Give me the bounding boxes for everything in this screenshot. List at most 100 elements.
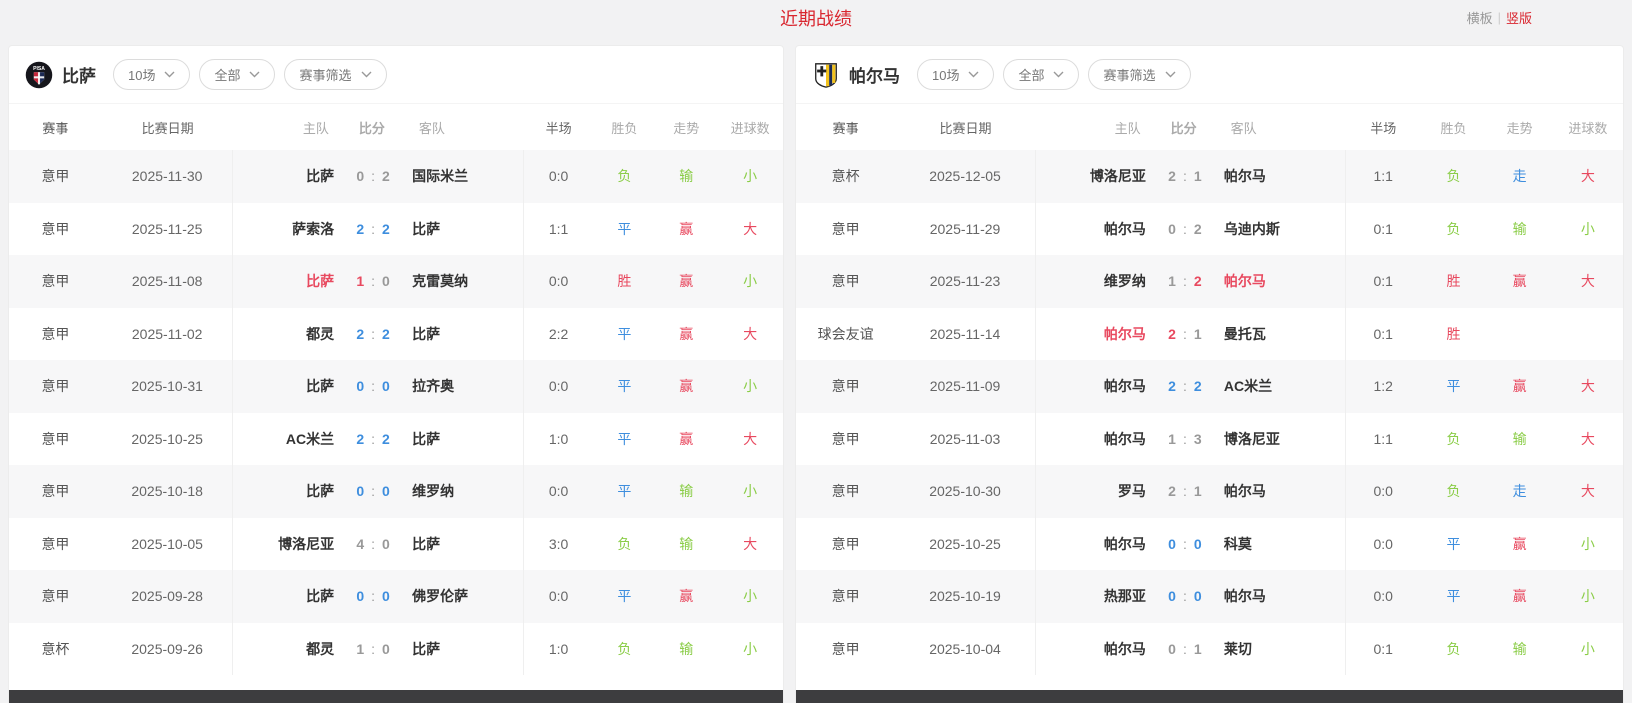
cell-score: 1:2 [1146,255,1224,308]
match-row[interactable]: 意甲 2025-10-04 帕尔马 0:1 莱切 0:1 负 输 小 [796,623,1623,676]
cell-result: 胜 [1420,308,1486,361]
cell-league: 意甲 [9,203,102,256]
match-row[interactable]: 意甲 2025-11-09 帕尔马 2:2 AC米兰 1:2 平 赢 大 [796,360,1623,413]
filter-scope-dropdown[interactable]: 全部 [1003,59,1079,90]
filter-event-dropdown[interactable]: 赛事筛选 [284,59,386,90]
top-bar: 近期战绩 横板 | 竖版 [0,0,1632,45]
view-toggle: 横板 | 竖版 [1467,8,1532,27]
match-row[interactable]: 意甲 2025-11-08 比萨 1:0 克雷莫纳 0:0 胜 赢 小 [9,255,783,308]
cell-home-team: 帕尔马 [1036,623,1146,676]
cell-score: 2:2 [334,203,412,256]
cell-league: 意甲 [9,255,102,308]
cell-halftime: 0:0 [524,570,594,623]
cell-trend: 走 [1487,465,1553,518]
col-header-result: 胜负 [593,104,655,150]
team-name-parma: 帕尔马 [849,62,900,87]
cell-away-team: 国际米兰 [412,150,524,203]
cell-score: 0:2 [1146,203,1224,256]
col-header-score: 比分 [333,104,411,150]
chevron-down-icon [164,71,175,78]
toggle-horizontal[interactable]: 横板 [1467,8,1493,27]
panel-parma: 帕尔马 10场 全部 赛事筛选 赛事 比赛日期 主队 比分 客队 半场 胜负 走… [795,45,1624,703]
toggle-vertical[interactable]: 竖版 [1506,8,1532,27]
match-row[interactable]: 意甲 2025-10-31 比萨 0:0 拉齐奥 0:0 平 赢 小 [9,360,783,413]
match-row[interactable]: 意甲 2025-10-30 罗马 2:1 帕尔马 0:0 负 走 大 [796,465,1623,518]
cell-away-team: 维罗纳 [412,465,524,518]
filter-event-dropdown[interactable]: 赛事筛选 [1088,59,1190,90]
match-row[interactable]: 意杯 2025-09-26 都灵 1:0 比萨 1:0 负 输 小 [9,623,783,676]
cell-score: 0:0 [334,465,412,518]
cell-league: 意甲 [796,360,895,413]
filter-event-label: 赛事筛选 [1103,65,1155,84]
cell-result: 平 [1420,570,1486,623]
chevron-down-icon [249,71,260,78]
cell-league: 意甲 [9,413,102,466]
match-row[interactable]: 意甲 2025-11-30 比萨 0:2 国际米兰 0:0 负 输 小 [9,150,783,203]
cell-result: 平 [593,413,655,466]
match-row[interactable]: 意甲 2025-11-02 都灵 2:2 比萨 2:2 平 赢 大 [9,308,783,361]
match-row[interactable]: 意甲 2025-11-25 萨索洛 2:2 比萨 1:1 平 赢 大 [9,203,783,256]
cell-result: 胜 [593,255,655,308]
filter-count-dropdown[interactable]: 10场 [917,59,994,90]
cell-goals: 小 [717,465,783,518]
filter-count-label: 10场 [128,65,155,84]
col-header-home: 主队 [1036,104,1145,150]
cell-result: 平 [593,360,655,413]
col-header-trend: 走势 [655,104,717,150]
match-row[interactable]: 意甲 2025-11-29 帕尔马 0:2 乌迪内斯 0:1 负 输 小 [796,203,1623,256]
cell-goals: 小 [1553,623,1623,676]
cell-goals: 小 [717,360,783,413]
cell-result: 负 [1420,465,1486,518]
filter-count-label: 10场 [932,65,959,84]
cell-result: 负 [593,150,655,203]
cell-date: 2025-11-29 [895,203,1036,256]
cell-score: 0:1 [1146,623,1224,676]
table-header: 赛事 比赛日期 主队 比分 客队 半场 胜负 走势 进球数 [9,104,783,150]
cell-league: 意甲 [9,360,102,413]
cell-score: 0:0 [1146,570,1224,623]
cell-league: 意甲 [9,518,102,571]
filter-count-dropdown[interactable]: 10场 [113,59,190,90]
cell-away-team: 克雷莫纳 [412,255,524,308]
cell-away-team: 帕尔马 [1224,150,1346,203]
cell-league: 意杯 [9,623,102,676]
cell-result: 胜 [1420,255,1486,308]
cell-league: 意甲 [796,623,895,676]
cell-goals: 小 [717,255,783,308]
col-header-home: 主队 [233,104,332,150]
cell-halftime: 1:1 [524,203,594,256]
match-row[interactable]: 意杯 2025-12-05 博洛尼亚 2:1 帕尔马 1:1 负 走 大 [796,150,1623,203]
filter-event-label: 赛事筛选 [299,65,351,84]
col-header-date: 比赛日期 [895,104,1036,150]
cell-trend: 输 [655,465,717,518]
match-row[interactable]: 意甲 2025-10-25 帕尔马 0:0 科莫 0:0 平 赢 小 [796,518,1623,571]
cell-score: 2:2 [334,413,412,466]
match-row[interactable]: 意甲 2025-10-25 AC米兰 2:2 比萨 1:0 平 赢 大 [9,413,783,466]
cell-away-team: 比萨 [412,203,524,256]
match-row[interactable]: 意甲 2025-10-18 比萨 0:0 维罗纳 0:0 平 输 小 [9,465,783,518]
cell-halftime: 0:0 [524,255,594,308]
match-row[interactable]: 意甲 2025-10-05 博洛尼亚 4:0 比萨 3:0 负 输 大 [9,518,783,571]
cell-goals: 大 [1553,465,1623,518]
cell-away-team: 帕尔马 [1224,255,1346,308]
cell-date: 2025-10-31 [102,360,234,413]
cell-result: 平 [593,570,655,623]
cell-league: 意甲 [796,465,895,518]
match-row[interactable]: 意甲 2025-11-23 维罗纳 1:2 帕尔马 0:1 胜 赢 大 [796,255,1623,308]
cell-score: 1:0 [334,623,412,676]
match-row[interactable]: 球会友谊 2025-11-14 帕尔马 2:1 曼托瓦 0:1 胜 [796,308,1623,361]
cell-score: 1:0 [334,255,412,308]
match-row[interactable]: 意甲 2025-10-19 热那亚 0:0 帕尔马 0:0 平 赢 小 [796,570,1623,623]
cell-score: 2:1 [1146,150,1224,203]
cell-score: 1:3 [1146,413,1224,466]
match-row[interactable]: 意甲 2025-09-28 比萨 0:0 佛罗伦萨 0:0 平 赢 小 [9,570,783,623]
filter-scope-dropdown[interactable]: 全部 [199,59,275,90]
cell-score: 0:0 [334,570,412,623]
cell-goals: 小 [717,623,783,676]
cell-away-team: AC米兰 [1224,360,1346,413]
cell-goals: 大 [717,413,783,466]
cell-halftime: 0:0 [524,465,594,518]
match-row[interactable]: 意甲 2025-11-03 帕尔马 1:3 博洛尼亚 1:1 负 输 大 [796,413,1623,466]
cell-home-team: 比萨 [233,360,334,413]
cell-halftime: 1:0 [524,623,594,676]
